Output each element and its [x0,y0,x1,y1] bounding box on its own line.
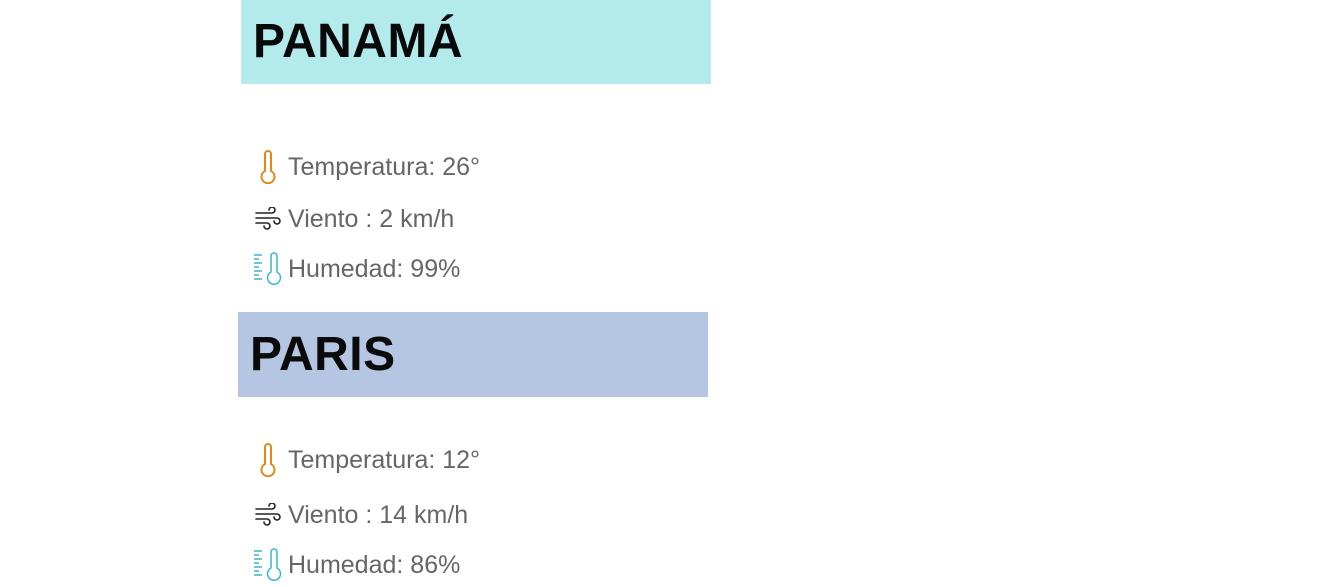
wind-row: Viento : 2 km/h [250,201,454,237]
thermometer-icon [250,149,286,185]
humidity-text: Humedad: 86% [288,550,461,579]
wind-row: Viento : 14 km/h [250,497,468,533]
humidity-text: Humedad: 99% [288,254,461,283]
wind-icon [250,201,286,237]
temperature-text: Temperatura: 26° [288,152,481,181]
city-name: PARIS [250,327,396,381]
city-header-panama: PANAMÁ [241,0,711,84]
humidity-icon [250,547,286,583]
humidity-icon [250,251,286,287]
wind-text: Viento : 2 km/h [288,204,455,233]
wind-icon [250,497,286,533]
thermometer-icon [250,442,286,478]
humidity-row: Humedad: 99% [250,251,460,287]
temperature-text: Temperatura: 12° [288,445,481,474]
temperature-row: Temperatura: 26° [250,149,480,185]
city-name: PANAMÁ [253,15,464,68]
humidity-row: Humedad: 86% [250,547,460,583]
wind-text: Viento : 14 km/h [288,500,469,529]
temperature-row: Temperatura: 12° [250,442,480,478]
city-header-paris: PARIS [238,312,708,397]
